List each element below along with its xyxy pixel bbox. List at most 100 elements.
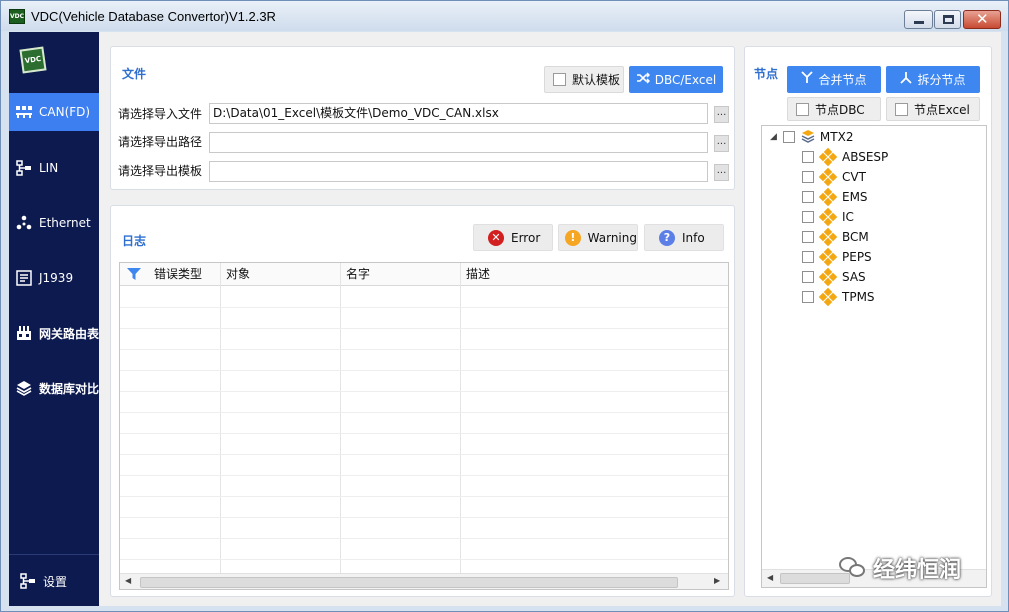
title-bar[interactable]: VDC VDC(Vehicle Database Convertor)V1.2.…: [1, 1, 1008, 31]
default-template-label: 默认模板: [572, 73, 621, 87]
tree-node[interactable]: ABSESP: [802, 147, 888, 167]
sidebar-item-label: LIN: [39, 161, 59, 175]
info-icon: ?: [659, 229, 675, 246]
layers-icon: [15, 379, 33, 397]
tree-checkbox[interactable]: [782, 131, 795, 143]
app-logo: VDC: [19, 46, 47, 74]
sidebar-item-j1939[interactable]: J1939: [9, 259, 99, 297]
tree-checkbox[interactable]: [802, 231, 814, 243]
gateway-table-icon: [15, 324, 33, 342]
node-dbc-toggle[interactable]: 节点DBC: [787, 97, 881, 121]
export-path-browse-button[interactable]: ...: [714, 135, 729, 152]
info-filter-button[interactable]: ? Info: [644, 224, 724, 251]
column-header-name[interactable]: 名字: [346, 263, 370, 286]
tree-checkbox[interactable]: [802, 271, 814, 283]
scroll-thumb[interactable]: [140, 577, 678, 588]
j1939-icon: [15, 269, 33, 287]
column-header-error-type[interactable]: 错误类型: [154, 263, 202, 286]
warning-label: Warning: [587, 230, 637, 245]
watermark: 经纬恒润: [839, 552, 961, 584]
dbc-excel-convert-button[interactable]: DBC/Excel: [629, 66, 723, 93]
close-button[interactable]: ✕: [963, 10, 1001, 29]
tree-root[interactable]: ◢ MTX2: [770, 128, 853, 146]
node-icon: [818, 227, 838, 247]
filter-icon[interactable]: [127, 267, 141, 284]
export-template-label: 请选择导出模板: [118, 164, 203, 178]
row-divider: [120, 349, 728, 350]
tree-node[interactable]: IC: [802, 207, 854, 227]
tree-checkbox[interactable]: [802, 291, 814, 303]
shuffle-icon: [636, 71, 650, 88]
tree-node[interactable]: TPMS: [802, 287, 875, 307]
tree-checkbox[interactable]: [802, 151, 814, 163]
client-area: VDC CAN(FD) LIN Ethernet J1939 网关路由表 数据库…: [9, 32, 1001, 606]
sidebar-item-label: 网关路由表: [38, 326, 99, 341]
merge-icon: [801, 71, 814, 88]
tree-node[interactable]: PEPS: [802, 247, 872, 267]
log-panel-title: 日志: [122, 234, 147, 248]
default-template-checkbox[interactable]: [553, 73, 566, 86]
tree-node[interactable]: BCM: [802, 227, 869, 247]
sidebar-item-label: J1939: [39, 271, 74, 285]
collapse-arrow-icon[interactable]: ◢: [770, 132, 777, 142]
tree-node[interactable]: CVT: [802, 167, 866, 187]
scroll-right-icon[interactable]: ▶: [714, 576, 720, 585]
scroll-left-icon[interactable]: ◀: [125, 576, 131, 585]
tree-root-label: MTX2: [819, 130, 854, 144]
log-table[interactable]: 错误类型 对象 名字 描述 ◀ ▶: [119, 262, 729, 590]
settings-icon: [19, 572, 37, 590]
settings-nav: 设置: [9, 554, 99, 606]
tree-node-label: SAS: [842, 270, 866, 284]
stack-icon: [801, 129, 815, 146]
row-divider: [120, 307, 728, 308]
column-header-object[interactable]: 对象: [226, 263, 250, 286]
sidebar-item-lin[interactable]: LIN: [9, 149, 99, 187]
tree-node[interactable]: SAS: [802, 267, 866, 287]
node-tree[interactable]: ◢ MTX2 ABSESP CVT EMS IC BCM PEPS SAS TP…: [761, 125, 987, 588]
row-divider: [120, 391, 728, 392]
tree-checkbox[interactable]: [802, 171, 814, 183]
export-template-browse-button[interactable]: ...: [714, 164, 729, 181]
app-window: VDC VDC(Vehicle Database Convertor)V1.2.…: [0, 0, 1009, 612]
tree-node-label: EMS: [842, 190, 868, 204]
export-path-label: 请选择导出路径: [118, 135, 203, 149]
node-icon: [818, 287, 838, 307]
row-divider: [120, 517, 728, 518]
scroll-left-icon[interactable]: ◀: [767, 573, 773, 582]
sidebar-item-settings[interactable]: 设置: [9, 562, 99, 600]
sidebar-item-label: Ethernet: [39, 216, 91, 230]
import-file-input[interactable]: D:\Data\01_Excel\模板文件\Demo_VDC_CAN.xlsx: [209, 103, 708, 124]
node-panel-title: 节点: [754, 67, 779, 81]
export-template-input[interactable]: [209, 161, 708, 182]
node-excel-toggle[interactable]: 节点Excel: [886, 97, 980, 121]
sidebar-item-can-fd[interactable]: CAN(FD): [9, 93, 99, 131]
import-file-browse-button[interactable]: ...: [714, 106, 729, 123]
sidebar-item-label: CAN(FD): [39, 105, 91, 119]
error-filter-button[interactable]: ✕ Error: [473, 224, 553, 251]
tree-checkbox[interactable]: [802, 211, 814, 223]
tree-checkbox[interactable]: [802, 251, 814, 263]
export-path-input[interactable]: [209, 132, 708, 153]
error-label: Error: [511, 230, 541, 245]
node-excel-checkbox[interactable]: [895, 102, 908, 116]
merge-nodes-button[interactable]: 合并节点: [787, 66, 881, 93]
log-horizontal-scrollbar[interactable]: ◀ ▶: [120, 573, 728, 589]
column-header-description[interactable]: 描述: [466, 263, 490, 286]
merge-nodes-label: 合并节点: [818, 73, 867, 87]
sidebar-item-gateway-routing[interactable]: 网关路由表: [9, 314, 99, 352]
sidebar-item-ethernet[interactable]: Ethernet: [9, 204, 99, 242]
node-icon: [818, 147, 838, 167]
tree-checkbox[interactable]: [802, 191, 814, 203]
default-template-toggle[interactable]: 默认模板: [544, 66, 624, 93]
split-nodes-button[interactable]: 拆分节点: [886, 66, 980, 93]
log-table-header: 错误类型 对象 名字 描述: [120, 263, 728, 286]
tree-node[interactable]: EMS: [802, 187, 868, 207]
sidebar-item-db-compare[interactable]: 数据库对比: [9, 369, 99, 407]
minimize-button[interactable]: [904, 10, 933, 29]
tree-node-label: TPMS: [842, 290, 875, 304]
split-icon: [900, 71, 913, 88]
node-dbc-checkbox[interactable]: [796, 102, 809, 116]
warning-filter-button[interactable]: ! Warning: [558, 224, 638, 251]
row-divider: [120, 412, 728, 413]
maximize-button[interactable]: [934, 10, 961, 29]
